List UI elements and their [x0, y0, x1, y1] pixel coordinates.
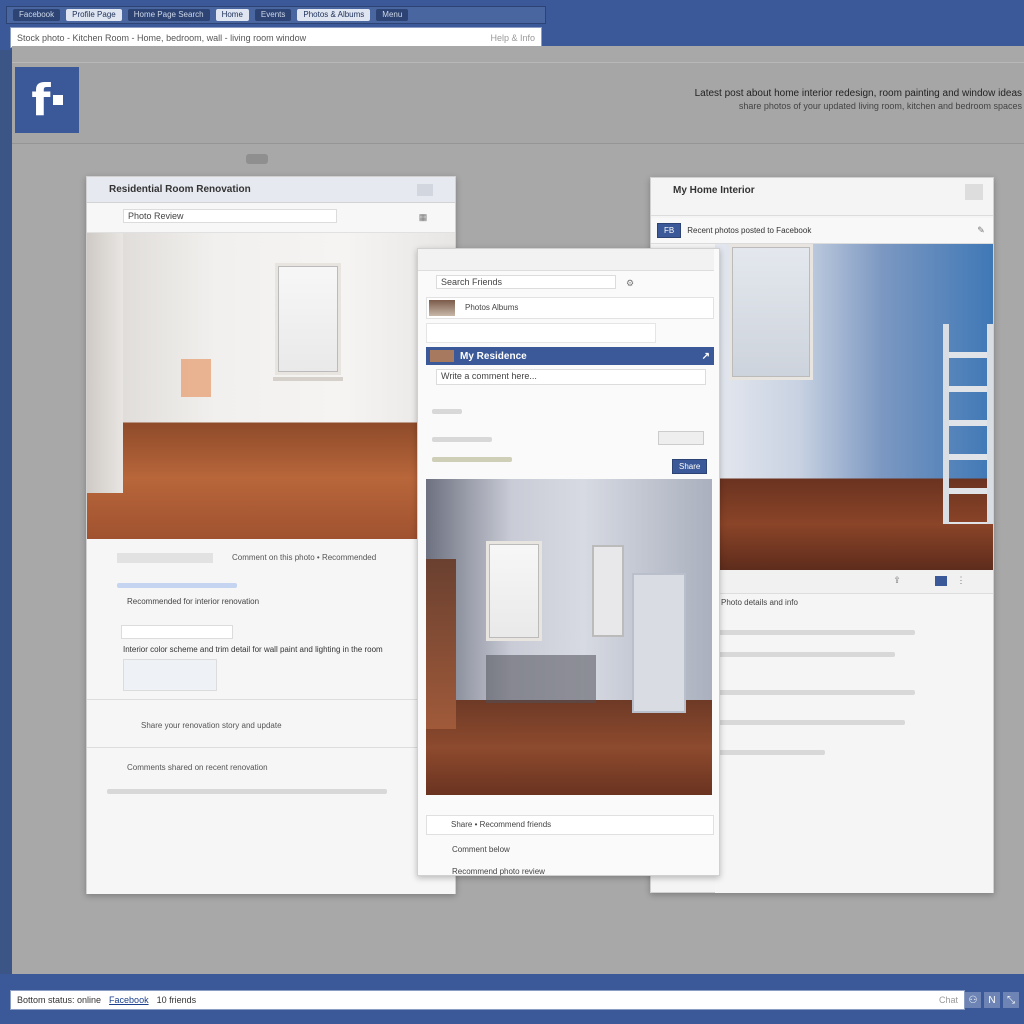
bottom-icons: ⚇ N ⤡ [945, 990, 1019, 1010]
center-footer-2: Comment below [452, 845, 510, 854]
left-blurred-line [107, 789, 387, 794]
center-footer-3: Recommend photo review [452, 867, 545, 876]
left-window-title: Residential Room Renovation [109, 184, 251, 195]
left-window-control-icon[interactable] [417, 183, 433, 196]
bottom-status: 10 friends [156, 995, 197, 1005]
header-line-2: share photos of your updated living room… [738, 101, 1022, 111]
thumb-avatar [429, 300, 455, 316]
left-body-line-4: Share your renovation story and update [141, 721, 282, 730]
center-row-2[interactable] [426, 323, 656, 343]
left-search-input[interactable]: Photo Review [123, 209, 337, 223]
center-blue-title: My Residence [460, 350, 527, 362]
left-body-line-1: Comment on this photo • Recommended [232, 553, 377, 562]
kitchen-cabinet [592, 545, 624, 637]
left-window-body: Comment on this photo • Recommended Reco… [87, 539, 455, 894]
more-icon[interactable]: ⋮ [955, 574, 967, 586]
left-body-line-3: Interior color scheme and trim detail fo… [123, 645, 383, 654]
tab-2[interactable]: Profile Page [66, 9, 122, 21]
header-line-1: Latest post about home interior redesign… [694, 88, 1022, 99]
photo-sill [273, 377, 343, 381]
center-window: Search Friends ⚙ Photos Albums My Reside… [417, 248, 720, 876]
left-body-line-2: Recommended for interior renovation [127, 597, 260, 606]
left-body-line-5: Comments shared on recent renovation [127, 763, 268, 772]
bottom-link[interactable]: Facebook [109, 995, 149, 1005]
left-room-photo[interactable] [87, 233, 455, 539]
center-line-1 [432, 409, 462, 414]
right-line-2 [715, 652, 895, 657]
right-photo-window [729, 244, 813, 380]
address-right-text[interactable]: Help & Info [490, 33, 535, 43]
photo-wall-item [181, 359, 211, 397]
center-footer-1[interactable]: Share • Recommend friends [426, 815, 714, 835]
right-caption: Photo details and info [721, 598, 798, 607]
right-body-toolbar: ⇪ ⋮ [715, 570, 993, 594]
left-window: Residential Room Renovation Photo Review… [86, 176, 456, 894]
logo-dot [52, 95, 63, 105]
facebook-logo[interactable]: f [15, 67, 79, 133]
share-arrow-icon[interactable]: ↗ [702, 351, 710, 362]
tab-4[interactable]: Home [215, 9, 249, 21]
left-divider-2 [87, 747, 417, 748]
right-fb-badge[interactable]: FB [657, 223, 682, 238]
center-line-2 [432, 437, 492, 442]
kitchen-window [486, 541, 542, 641]
right-window-body: ⇪ ⋮ Photo details and info [715, 570, 993, 893]
right-window-title: My Home Interior [673, 185, 755, 196]
left-divider-1 [87, 699, 417, 700]
people-icon[interactable]: ⚇ [965, 992, 981, 1008]
share-icon[interactable]: ⇪ [891, 574, 903, 586]
kitchen-shelf [426, 559, 456, 729]
kitchen-table [486, 655, 596, 703]
kitchen-door [632, 573, 686, 713]
address-text: Stock photo - Kitchen Room - Home, bedro… [17, 32, 307, 43]
tab-3[interactable]: Home Page Search [127, 9, 210, 21]
center-window-header [418, 249, 714, 271]
right-window-control-icon[interactable] [965, 184, 983, 200]
tab-7[interactable]: Menu [376, 9, 409, 21]
left-body-chip [117, 553, 213, 563]
right-window-header: My Home Interior [651, 178, 993, 216]
center-line-3 [432, 457, 512, 462]
resize-icon[interactable]: ⤡ [1003, 992, 1019, 1008]
tab-6[interactable]: Photos & Albums [297, 9, 371, 21]
center-small-box[interactable] [658, 431, 704, 445]
left-body-accent [117, 583, 237, 588]
center-settings-icon[interactable]: ⚙ [624, 277, 636, 289]
center-comment-input[interactable]: Write a comment here... [436, 369, 706, 385]
center-kitchen-photo[interactable] [426, 479, 712, 795]
grid-icon[interactable]: ▦ [417, 211, 429, 223]
center-row-label: Photos Albums [465, 303, 519, 312]
photo-window [275, 263, 341, 375]
header-description: Latest post about home interior redesign… [562, 88, 1022, 112]
photo-left-wall [87, 233, 123, 493]
edit-icon[interactable]: ✎ [975, 225, 987, 237]
right-sub-text: Recent photos posted to Facebook [687, 226, 812, 235]
tab-strip: Facebook Profile Page Home Page Search H… [6, 6, 546, 24]
address-bar[interactable]: Stock photo - Kitchen Room - Home, bedro… [10, 27, 542, 48]
tab-5[interactable]: Events [254, 9, 292, 21]
right-line-4 [715, 720, 905, 725]
bottom-input-bar[interactable]: Bottom status: online Facebook 10 friend… [10, 990, 965, 1010]
right-room-photo[interactable] [715, 244, 993, 570]
center-share-button[interactable]: Share [672, 459, 708, 474]
logo-letter: f [31, 74, 51, 126]
like-icon[interactable] [935, 576, 947, 586]
right-line-3 [715, 690, 915, 695]
center-row-photos[interactable]: Photos Albums [426, 297, 714, 319]
left-popup-box[interactable] [123, 659, 217, 691]
ladder [943, 324, 993, 524]
blue-bar-thumb [430, 350, 454, 362]
right-line-1 [715, 630, 915, 635]
left-mini-input[interactable] [121, 625, 233, 639]
left-window-toolbar: Photo Review ▦ [87, 203, 455, 233]
bottom-label: Bottom status: online [17, 995, 102, 1005]
center-search-input[interactable]: Search Friends [436, 275, 616, 289]
right-window-toolbar: FB Recent photos posted to Facebook ✎ [651, 218, 993, 244]
center-blue-bar: My Residence ↗ [426, 347, 714, 365]
left-window-header: Residential Room Renovation [87, 177, 455, 203]
tab-1[interactable]: Facebook [13, 9, 61, 21]
notification-icon[interactable]: N [984, 992, 1000, 1008]
right-line-5 [715, 750, 825, 755]
scroll-pill[interactable] [246, 154, 268, 164]
